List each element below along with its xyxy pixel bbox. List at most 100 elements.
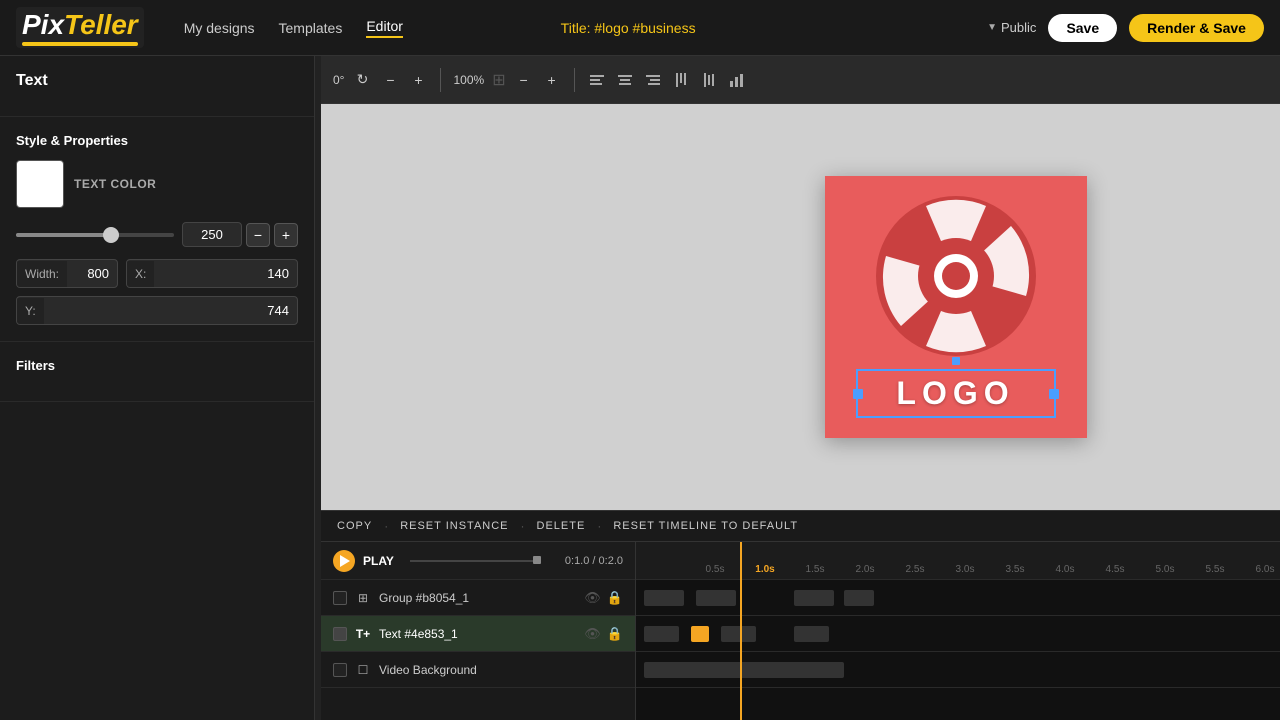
nav-editor[interactable]: Editor (366, 18, 403, 38)
text-layer-name: Text #4e853_1 (379, 627, 576, 641)
design-canvas[interactable]: LOGO (825, 176, 1087, 438)
align-top-icon[interactable] (671, 70, 691, 90)
text-visibility-icon[interactable]: 👁 (584, 626, 601, 642)
align-middle-icon[interactable] (699, 70, 719, 90)
nav-my-designs[interactable]: My designs (184, 20, 255, 36)
ruler-mark-45: 4.5s (1090, 564, 1140, 575)
font-size-input[interactable] (182, 222, 242, 247)
group-segment-2[interactable] (696, 590, 736, 606)
reset-instance-action[interactable]: RESET INSTANCE (400, 520, 508, 532)
document-title: Title: #logo #business (561, 20, 696, 36)
handle-top[interactable] (952, 357, 960, 365)
group-visibility-icon[interactable]: 👁 (584, 590, 601, 606)
video-layer-name: Video Background (379, 663, 615, 677)
handle-right[interactable] (1049, 389, 1059, 399)
font-size-slider[interactable] (16, 233, 174, 237)
font-size-increase[interactable]: + (274, 223, 298, 247)
y-label: Y: (17, 298, 44, 324)
ruler-mark-6: 6.0s (1240, 564, 1280, 575)
group-icon: ⊞ (355, 590, 371, 606)
ruler-mark-3: 3.0s (940, 564, 990, 575)
app-logo[interactable]: PixTeller (16, 7, 144, 48)
style-properties-label: Style & Properties (16, 133, 298, 148)
zoom-minus-icon[interactable]: − (514, 70, 534, 90)
group-checkbox[interactable] (333, 591, 347, 605)
top-navigation: PixTeller My designs Templates Editor Ti… (0, 0, 1280, 56)
text-checkbox[interactable] (333, 627, 347, 641)
timeline-main: PLAY 0:1.0 / 0:2.0 ⊞ Group #b8054_1 👁 (321, 542, 1280, 720)
play-label: PLAY (363, 554, 394, 568)
text-section: Text (0, 56, 314, 117)
chart-icon[interactable] (727, 70, 747, 90)
ruler-mark-05: 0.5s (690, 564, 740, 575)
group-name: Group #b8054_1 (379, 591, 576, 605)
ruler-mark-2: 2.0s (840, 564, 890, 575)
video-checkbox[interactable] (333, 663, 347, 677)
delete-action[interactable]: DELETE (537, 520, 586, 532)
x-group: X: 140 (126, 259, 298, 288)
ruler-marks: 0.5s 1.0s 1.5s 2.0s 2.5s 3.0s 3.5s 4.0s … (640, 564, 1280, 575)
width-label: Width: (17, 261, 67, 287)
logo-pix: Pix (22, 9, 64, 40)
group-lock-icon[interactable]: 🔒 (607, 590, 623, 606)
canvas-container: Design (321, 104, 1280, 510)
y-row: Y: 744 (16, 296, 298, 325)
rotate-plus-icon[interactable]: + (408, 70, 428, 90)
y-value: 744 (44, 297, 297, 324)
nav-templates[interactable]: Templates (279, 20, 343, 36)
layer-text[interactable]: T+ Text #4e853_1 👁 🔒 (321, 616, 635, 652)
ruler-mark-25: 2.5s (890, 564, 940, 575)
style-properties-section: Style & Properties TEXT COLOR − + Wid (0, 117, 314, 342)
group-segment-1[interactable] (644, 590, 684, 606)
text-segment-active[interactable] (691, 626, 709, 642)
handle-left[interactable] (853, 389, 863, 399)
copy-action[interactable]: COPY (337, 520, 372, 532)
width-group: Width: 800 (16, 259, 118, 288)
font-size-slider-row: − + (16, 222, 298, 247)
align-center-h-icon[interactable] (615, 70, 635, 90)
group-segment-4[interactable] (844, 590, 874, 606)
rotate-icon[interactable]: ↻ (352, 70, 372, 90)
zoom-plus-icon[interactable]: + (542, 70, 562, 90)
timeline-tracks: 0.5s 1.0s 1.5s 2.0s 2.5s 3.0s 3.5s 4.0s … (636, 542, 1280, 720)
ruler-mark-5: 5.0s (1140, 564, 1190, 575)
timeline-ruler: 0.5s 1.0s 1.5s 2.0s 2.5s 3.0s 3.5s 4.0s … (636, 542, 1280, 580)
render-save-button[interactable]: Render & Save (1129, 14, 1264, 42)
text-lock-icon[interactable]: 🔒 (607, 626, 623, 642)
rotate-minus-icon[interactable]: − (380, 70, 400, 90)
font-size-input-group: − + (182, 222, 298, 247)
play-row: PLAY 0:1.0 / 0:2.0 (321, 542, 635, 580)
text-color-row: TEXT COLOR (16, 160, 298, 208)
zoom-grid-icon: ⊞ (492, 70, 505, 90)
layer-group[interactable]: ⊞ Group #b8054_1 👁 🔒 (321, 580, 635, 616)
align-left-icon[interactable] (587, 70, 607, 90)
logo-text: LOGO (858, 375, 1054, 412)
timeline-scrubber[interactable] (533, 556, 541, 564)
shutter-icon-svg (825, 176, 1087, 376)
group-segment-3[interactable] (794, 590, 834, 606)
text-segment-1[interactable] (644, 626, 679, 642)
text-color-label: TEXT COLOR (74, 177, 156, 191)
layer-video-bg[interactable]: ☐ Video Background (321, 652, 635, 688)
play-icon (340, 555, 350, 567)
timeline-position: 0:1.0 / 0:2.0 (565, 555, 623, 567)
align-right-icon[interactable] (643, 70, 663, 90)
video-segment[interactable] (644, 662, 844, 678)
timeline-progress-track (410, 560, 541, 562)
play-button[interactable] (333, 550, 355, 572)
font-size-decrease[interactable]: − (246, 223, 270, 247)
rotation-value: 0° (333, 73, 344, 87)
text-segment-2[interactable] (721, 626, 756, 642)
logo-text-container[interactable]: LOGO (856, 369, 1056, 418)
public-toggle[interactable]: ▼ Public (987, 20, 1036, 35)
main-layout: Text Style & Properties TEXT COLOR − + (0, 56, 1280, 720)
reset-timeline-action[interactable]: RESET TIMELINE TO DEFAULT (613, 520, 798, 532)
filters-section: Filters (0, 342, 314, 402)
timeline-layers: PLAY 0:1.0 / 0:2.0 ⊞ Group #b8054_1 👁 (321, 542, 636, 720)
text-segment-3[interactable] (794, 626, 829, 642)
text-color-swatch[interactable] (16, 160, 64, 208)
toolbar-sep-1 (440, 68, 441, 92)
x-label: X: (127, 261, 154, 287)
save-button[interactable]: Save (1048, 14, 1117, 42)
zoom-value: 100% (453, 73, 484, 87)
